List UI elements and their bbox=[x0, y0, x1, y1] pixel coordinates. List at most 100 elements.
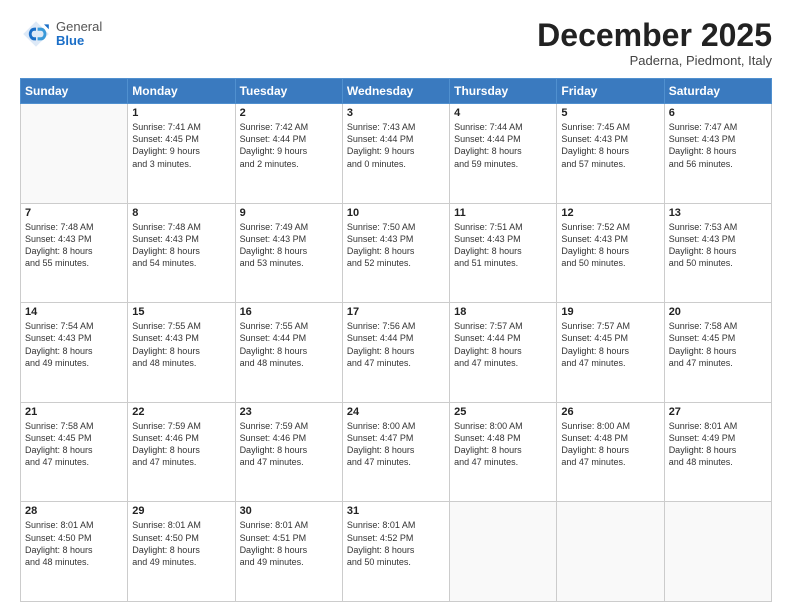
calendar-week-2: 7Sunrise: 7:48 AM Sunset: 4:43 PM Daylig… bbox=[21, 203, 772, 303]
day-info: Sunrise: 7:53 AM Sunset: 4:43 PM Dayligh… bbox=[669, 221, 767, 270]
day-header-friday: Friday bbox=[557, 79, 664, 104]
day-info: Sunrise: 7:43 AM Sunset: 4:44 PM Dayligh… bbox=[347, 121, 445, 170]
calendar-cell: 26 Sunrise: 8:00 AM Sunset: 4:48 PM Dayli… bbox=[557, 402, 664, 502]
day-number: 5 bbox=[561, 107, 659, 119]
calendar-cell: 5 Sunrise: 7:45 AM Sunset: 4:43 PM Daylig… bbox=[557, 104, 664, 204]
calendar-cell: 6 Sunrise: 7:47 AM Sunset: 4:43 PM Daylig… bbox=[664, 104, 771, 204]
calendar-cell: 8Sunrise: 7:48 AM Sunset: 4:43 PM Daylig… bbox=[128, 203, 235, 303]
calendar-cell: 30Sunrise: 8:01 AM Sunset: 4:51 PM Dayli… bbox=[235, 502, 342, 602]
calendar-header-row: SundayMondayTuesdayWednesdayThursdayFrid… bbox=[21, 79, 772, 104]
day-info: Sunrise: 7:58 AM Sunset: 4:45 PM Dayligh… bbox=[669, 320, 767, 369]
day-number: 11 bbox=[454, 207, 552, 219]
day-number: 17 bbox=[347, 306, 445, 318]
calendar-cell: 23 Sunrise: 7:59 AM Sunset: 4:46 PM Dayli… bbox=[235, 402, 342, 502]
day-number: 23 bbox=[240, 406, 338, 418]
day-info: Sunrise: 7:59 AM Sunset: 4:46 PM Dayligh… bbox=[132, 420, 230, 469]
logo-blue-text: Blue bbox=[56, 34, 102, 48]
day-header-wednesday: Wednesday bbox=[342, 79, 449, 104]
day-number: 6 bbox=[669, 107, 767, 119]
day-number: 2 bbox=[240, 107, 338, 119]
day-info: Sunrise: 8:00 AM Sunset: 4:48 PM Dayligh… bbox=[454, 420, 552, 469]
day-info: Sunrise: 7:49 AM Sunset: 4:43 PM Dayligh… bbox=[240, 221, 338, 270]
day-info: Sunrise: 7:42 AM Sunset: 4:44 PM Dayligh… bbox=[240, 121, 338, 170]
day-header-monday: Monday bbox=[128, 79, 235, 104]
day-number: 9 bbox=[240, 207, 338, 219]
calendar-cell bbox=[557, 502, 664, 602]
header: General Blue December 2025 Paderna, Pied… bbox=[20, 18, 772, 68]
calendar-cell: 17Sunrise: 7:56 AM Sunset: 4:44 PM Dayli… bbox=[342, 303, 449, 403]
day-number: 14 bbox=[25, 306, 123, 318]
day-info: Sunrise: 7:51 AM Sunset: 4:43 PM Dayligh… bbox=[454, 221, 552, 270]
calendar-cell: 24 Sunrise: 8:00 AM Sunset: 4:47 PM Dayli… bbox=[342, 402, 449, 502]
calendar-cell bbox=[664, 502, 771, 602]
day-number: 19 bbox=[561, 306, 659, 318]
day-number: 24 bbox=[347, 406, 445, 418]
day-info: Sunrise: 7:52 AM Sunset: 4:43 PM Dayligh… bbox=[561, 221, 659, 270]
calendar-cell: 19 Sunrise: 7:57 AM Sunset: 4:45 PM Dayli… bbox=[557, 303, 664, 403]
day-info: Sunrise: 8:01 AM Sunset: 4:50 PM Dayligh… bbox=[25, 519, 123, 568]
day-info: Sunrise: 8:00 AM Sunset: 4:47 PM Dayligh… bbox=[347, 420, 445, 469]
calendar-cell bbox=[21, 104, 128, 204]
day-header-tuesday: Tuesday bbox=[235, 79, 342, 104]
calendar-cell: 16Sunrise: 7:55 AM Sunset: 4:44 PM Dayli… bbox=[235, 303, 342, 403]
page: General Blue December 2025 Paderna, Pied… bbox=[0, 0, 792, 612]
day-number: 3 bbox=[347, 107, 445, 119]
calendar-week-5: 28 Sunrise: 8:01 AM Sunset: 4:50 PM Dayli… bbox=[21, 502, 772, 602]
calendar-cell: 14 Sunrise: 7:54 AM Sunset: 4:43 PM Dayli… bbox=[21, 303, 128, 403]
calendar-cell: 21 Sunrise: 7:58 AM Sunset: 4:45 PM Dayli… bbox=[21, 402, 128, 502]
calendar-cell: 22 Sunrise: 7:59 AM Sunset: 4:46 PM Dayli… bbox=[128, 402, 235, 502]
day-header-sunday: Sunday bbox=[21, 79, 128, 104]
day-info: Sunrise: 7:47 AM Sunset: 4:43 PM Dayligh… bbox=[669, 121, 767, 170]
logo-icon bbox=[20, 18, 52, 50]
calendar-cell bbox=[450, 502, 557, 602]
calendar-cell: 27Sunrise: 8:01 AM Sunset: 4:49 PM Dayli… bbox=[664, 402, 771, 502]
day-info: Sunrise: 7:48 AM Sunset: 4:43 PM Dayligh… bbox=[132, 221, 230, 270]
day-header-thursday: Thursday bbox=[450, 79, 557, 104]
day-info: Sunrise: 7:54 AM Sunset: 4:43 PM Dayligh… bbox=[25, 320, 123, 369]
calendar-cell: 9 Sunrise: 7:49 AM Sunset: 4:43 PM Daylig… bbox=[235, 203, 342, 303]
day-number: 26 bbox=[561, 406, 659, 418]
calendar-cell: 3 Sunrise: 7:43 AM Sunset: 4:44 PM Daylig… bbox=[342, 104, 449, 204]
calendar-cell: 7Sunrise: 7:48 AM Sunset: 4:43 PM Daylig… bbox=[21, 203, 128, 303]
day-info: Sunrise: 7:55 AM Sunset: 4:43 PM Dayligh… bbox=[132, 320, 230, 369]
day-info: Sunrise: 7:59 AM Sunset: 4:46 PM Dayligh… bbox=[240, 420, 338, 469]
day-info: Sunrise: 7:57 AM Sunset: 4:45 PM Dayligh… bbox=[561, 320, 659, 369]
day-number: 4 bbox=[454, 107, 552, 119]
calendar-cell: 1 Sunrise: 7:41 AM Sunset: 4:45 PM Daylig… bbox=[128, 104, 235, 204]
calendar-cell: 4Sunrise: 7:44 AM Sunset: 4:44 PM Daylig… bbox=[450, 104, 557, 204]
calendar-cell: 11 Sunrise: 7:51 AM Sunset: 4:43 PM Dayli… bbox=[450, 203, 557, 303]
day-info: Sunrise: 7:41 AM Sunset: 4:45 PM Dayligh… bbox=[132, 121, 230, 170]
calendar-cell: 12 Sunrise: 7:52 AM Sunset: 4:43 PM Dayli… bbox=[557, 203, 664, 303]
day-info: Sunrise: 8:01 AM Sunset: 4:50 PM Dayligh… bbox=[132, 519, 230, 568]
logo: General Blue bbox=[20, 18, 102, 50]
day-info: Sunrise: 7:55 AM Sunset: 4:44 PM Dayligh… bbox=[240, 320, 338, 369]
day-number: 13 bbox=[669, 207, 767, 219]
day-info: Sunrise: 7:58 AM Sunset: 4:45 PM Dayligh… bbox=[25, 420, 123, 469]
calendar-cell: 29 Sunrise: 8:01 AM Sunset: 4:50 PM Dayli… bbox=[128, 502, 235, 602]
day-number: 21 bbox=[25, 406, 123, 418]
day-header-saturday: Saturday bbox=[664, 79, 771, 104]
calendar-cell: 25 Sunrise: 8:00 AM Sunset: 4:48 PM Dayli… bbox=[450, 402, 557, 502]
day-info: Sunrise: 8:01 AM Sunset: 4:52 PM Dayligh… bbox=[347, 519, 445, 568]
day-number: 25 bbox=[454, 406, 552, 418]
day-info: Sunrise: 8:00 AM Sunset: 4:48 PM Dayligh… bbox=[561, 420, 659, 469]
day-number: 18 bbox=[454, 306, 552, 318]
day-number: 20 bbox=[669, 306, 767, 318]
day-number: 29 bbox=[132, 505, 230, 517]
day-number: 15 bbox=[132, 306, 230, 318]
calendar-cell: 18Sunrise: 7:57 AM Sunset: 4:44 PM Dayli… bbox=[450, 303, 557, 403]
day-info: Sunrise: 7:48 AM Sunset: 4:43 PM Dayligh… bbox=[25, 221, 123, 270]
day-number: 28 bbox=[25, 505, 123, 517]
day-number: 12 bbox=[561, 207, 659, 219]
day-number: 31 bbox=[347, 505, 445, 517]
logo-general-text: General bbox=[56, 20, 102, 34]
calendar-cell: 31 Sunrise: 8:01 AM Sunset: 4:52 PM Dayli… bbox=[342, 502, 449, 602]
day-number: 22 bbox=[132, 406, 230, 418]
day-number: 1 bbox=[132, 107, 230, 119]
day-info: Sunrise: 7:45 AM Sunset: 4:43 PM Dayligh… bbox=[561, 121, 659, 170]
day-info: Sunrise: 8:01 AM Sunset: 4:51 PM Dayligh… bbox=[240, 519, 338, 568]
location: Paderna, Piedmont, Italy bbox=[537, 53, 772, 68]
calendar-week-4: 21 Sunrise: 7:58 AM Sunset: 4:45 PM Dayli… bbox=[21, 402, 772, 502]
logo-text: General Blue bbox=[56, 20, 102, 49]
calendar-cell: 13 Sunrise: 7:53 AM Sunset: 4:43 PM Dayli… bbox=[664, 203, 771, 303]
